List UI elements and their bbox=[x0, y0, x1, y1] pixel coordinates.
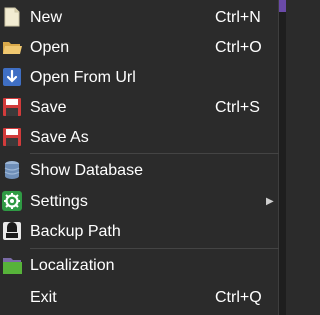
database-icon bbox=[2, 160, 22, 180]
menu-item-label: Exit bbox=[30, 289, 57, 306]
menu-separator bbox=[30, 153, 279, 154]
menu-item-exit[interactable]: Exit Ctrl+Q bbox=[0, 283, 279, 313]
menu-item-backup-path[interactable]: Backup Path bbox=[0, 217, 279, 247]
submenu-arrow-icon: ▶ bbox=[266, 196, 274, 207]
menu-item-settings[interactable]: Settings ▶ bbox=[0, 187, 279, 217]
localization-icon bbox=[2, 255, 22, 275]
menu-item-label: Open From Url bbox=[30, 69, 136, 86]
menu-item-show-database[interactable]: Show Database bbox=[0, 156, 279, 186]
menu-item-save-as[interactable]: Save As bbox=[0, 123, 279, 153]
menu-item-label: Show Database bbox=[30, 162, 143, 179]
folder-icon bbox=[2, 37, 22, 57]
menu-item-new[interactable]: New Ctrl+N bbox=[0, 3, 279, 33]
floppy-disk-icon bbox=[2, 127, 22, 147]
file-menu: New Ctrl+N Open Ctrl+O Open From Url Sav… bbox=[0, 0, 279, 315]
menu-item-label: Open bbox=[30, 39, 70, 56]
background-window-edge bbox=[279, 0, 286, 315]
menu-item-save[interactable]: Save Ctrl+S bbox=[0, 93, 279, 123]
new-file-icon bbox=[2, 7, 22, 27]
drive-icon bbox=[2, 221, 22, 241]
menu-item-shortcut: Ctrl+N bbox=[215, 9, 261, 26]
menu-item-label: Backup Path bbox=[30, 223, 121, 240]
accent-strip bbox=[279, 0, 286, 12]
menu-separator bbox=[30, 248, 279, 249]
menu-item-shortcut: Ctrl+S bbox=[215, 99, 260, 116]
menu-item-shortcut: Ctrl+Q bbox=[215, 289, 262, 306]
menu-item-open[interactable]: Open Ctrl+O bbox=[0, 33, 279, 63]
menu-item-open-from-url[interactable]: Open From Url bbox=[0, 63, 279, 93]
menu-item-shortcut: Ctrl+O bbox=[215, 39, 262, 56]
menu-item-localization[interactable]: Localization bbox=[0, 251, 279, 281]
floppy-disk-icon bbox=[2, 97, 22, 117]
gear-icon bbox=[2, 191, 22, 211]
menu-item-label: Save As bbox=[30, 129, 89, 146]
download-arrow-icon bbox=[2, 67, 22, 87]
menu-item-label: Save bbox=[30, 99, 67, 116]
menu-item-label: Settings bbox=[30, 193, 88, 210]
menu-item-label: Localization bbox=[30, 257, 115, 274]
menu-item-label: New bbox=[30, 9, 63, 26]
